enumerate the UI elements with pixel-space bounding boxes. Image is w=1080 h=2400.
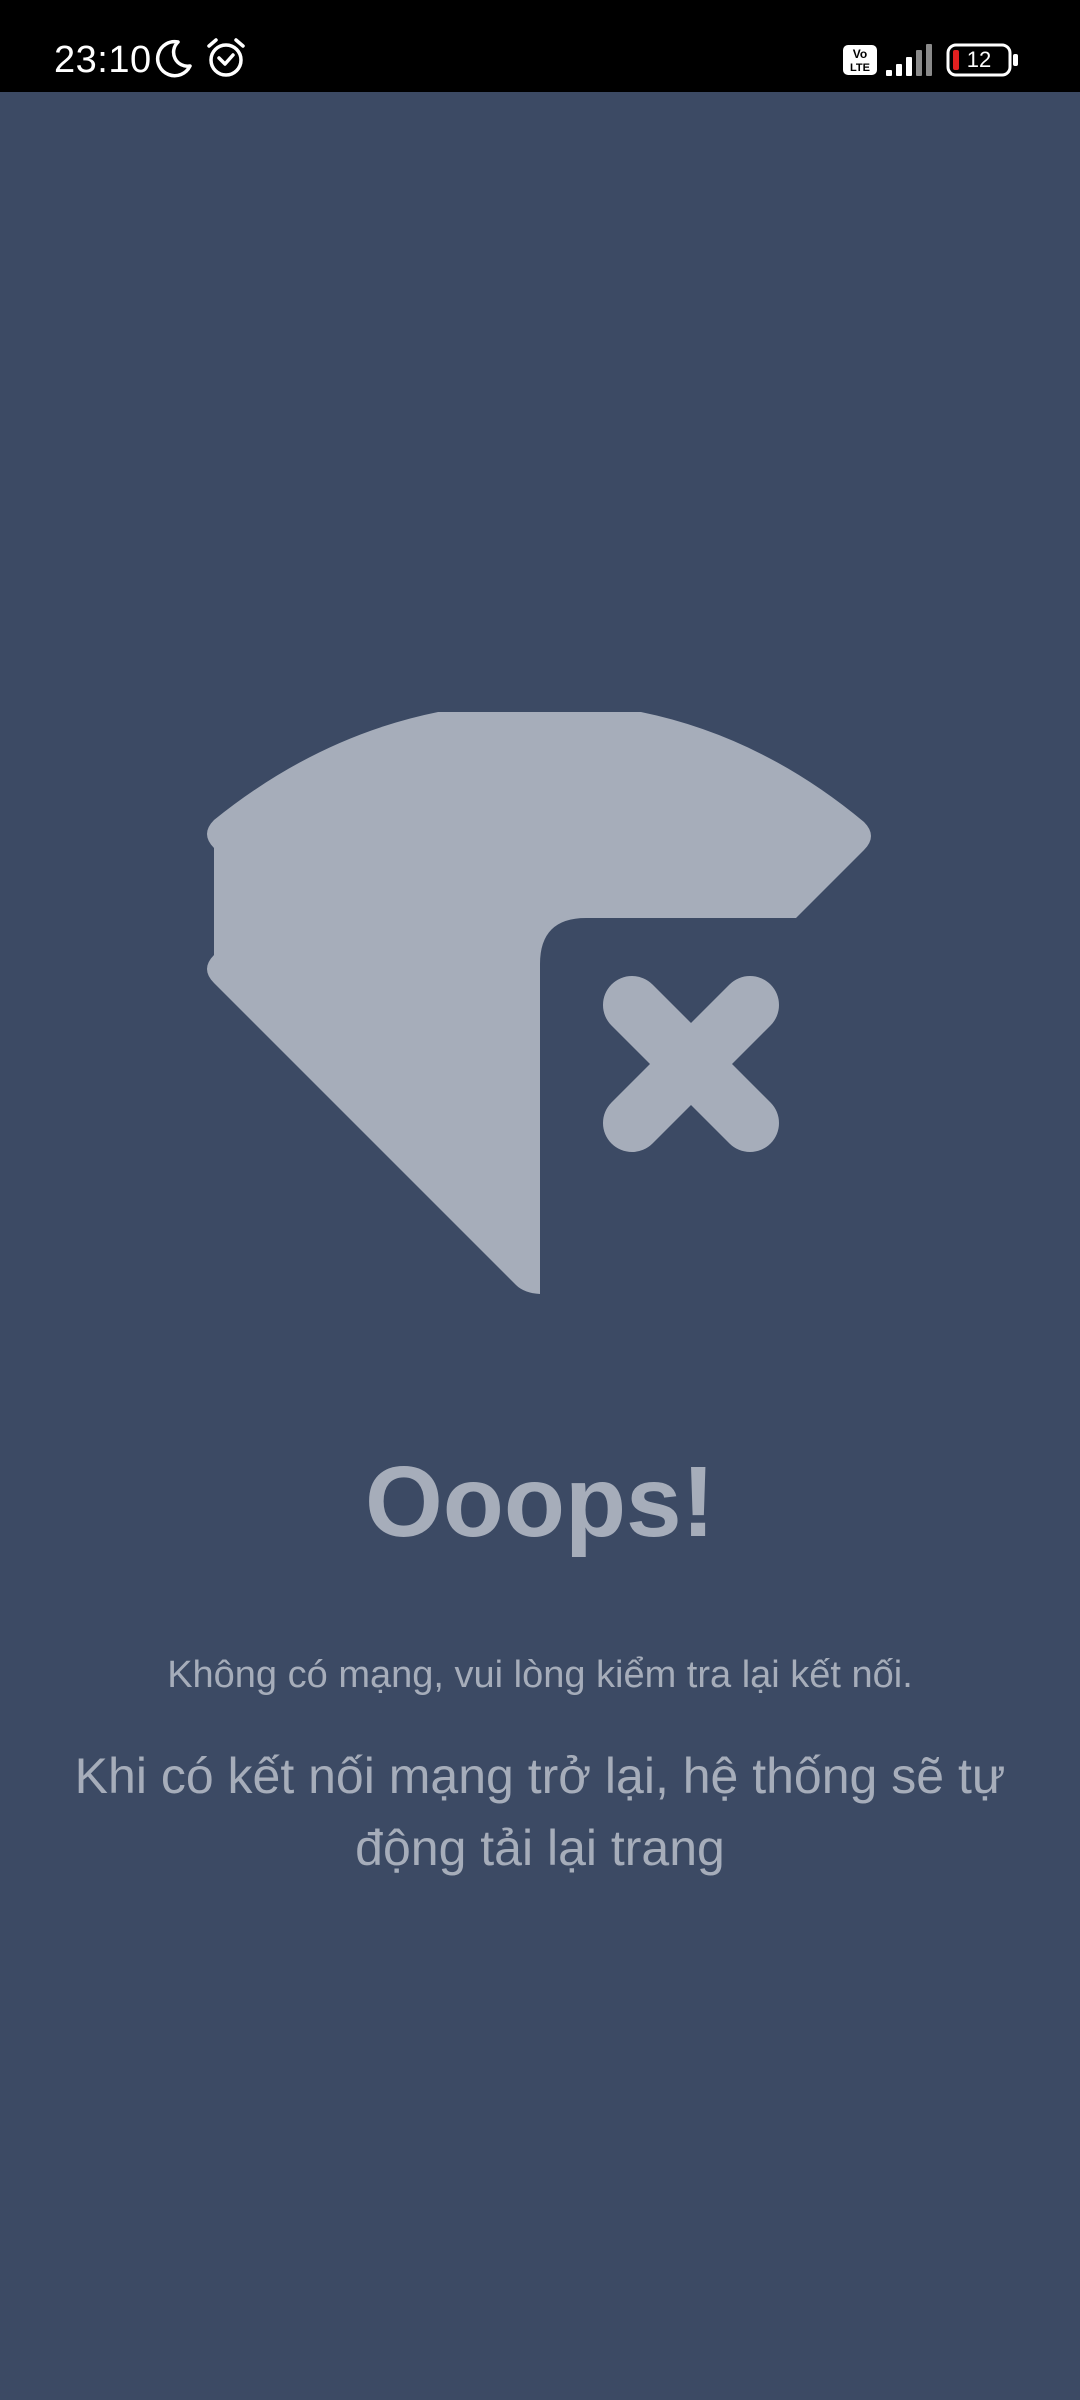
status-time: 23:10	[54, 39, 152, 81]
volte-icon: Vo LTE	[843, 45, 877, 75]
battery-level: 12	[966, 47, 992, 72]
offline-screen: Ooops! Không có mạng, vui lòng kiểm tra …	[0, 92, 1080, 2400]
error-title: Ooops!	[365, 1446, 715, 1558]
status-bar: 23:10 Vo LTE 12	[0, 0, 1080, 92]
do-not-disturb-moon-icon	[155, 39, 192, 78]
svg-text:Vo: Vo	[853, 47, 867, 61]
alarm-icon	[207, 38, 245, 77]
error-detail: Khi có kết nối mạng trở lại, hệ thống sẽ…	[74, 1748, 1006, 1876]
wifi-off-icon	[207, 712, 871, 1294]
error-message: Không có mạng, vui lòng kiểm tra lại kết…	[167, 1654, 913, 1696]
svg-text:LTE: LTE	[850, 62, 870, 74]
signal-icon	[886, 44, 932, 76]
